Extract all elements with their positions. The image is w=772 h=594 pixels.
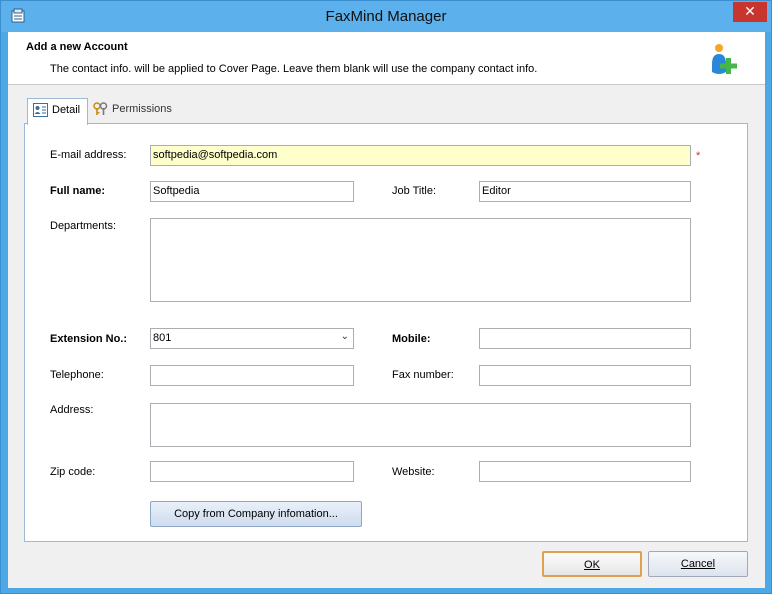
extension-label: Extension No.: bbox=[50, 333, 128, 345]
tab-detail-label: Detail bbox=[52, 104, 81, 116]
title-bar[interactable]: FaxMind Manager ✕ bbox=[1, 1, 771, 32]
full-name-field[interactable]: Softpedia bbox=[150, 181, 354, 202]
mobile-label: Mobile: bbox=[392, 333, 431, 345]
address-label: Address: bbox=[50, 404, 94, 416]
chevron-down-icon[interactable]: ⌄ bbox=[341, 331, 349, 342]
ok-button[interactable]: OK bbox=[542, 551, 642, 577]
fax-number-label: Fax number: bbox=[392, 369, 454, 381]
website-label: Website: bbox=[392, 466, 435, 478]
header-title: Add a new Account bbox=[26, 41, 128, 53]
website-field[interactable] bbox=[479, 461, 691, 482]
dialog-window: FaxMind Manager ✕ Add a new Account The … bbox=[0, 0, 772, 594]
add-user-icon bbox=[712, 44, 737, 74]
tab-permissions-label: Permissions bbox=[112, 103, 172, 115]
mobile-field[interactable] bbox=[479, 328, 691, 349]
close-button[interactable]: ✕ bbox=[733, 2, 767, 22]
cancel-button-label: Cancel bbox=[680, 558, 716, 570]
tab-detail[interactable]: Detail bbox=[27, 98, 88, 125]
header-description: The contact info. will be applied to Cov… bbox=[50, 63, 538, 75]
fax-number-field[interactable] bbox=[479, 365, 691, 386]
job-title-field[interactable]: Editor bbox=[479, 181, 691, 202]
email-label: E-mail address: bbox=[50, 149, 127, 161]
permission-keys-icon bbox=[93, 102, 108, 115]
detail-panel: E-mail address: softpedia@softpedia.com … bbox=[24, 123, 748, 542]
extension-select[interactable]: 801 ⌄ bbox=[150, 328, 354, 349]
extension-select-value: 801 bbox=[153, 332, 172, 344]
departments-label: Departments: bbox=[50, 220, 117, 232]
dialog-header: Add a new Account The contact info. will… bbox=[8, 32, 765, 85]
close-icon[interactable]: ✕ bbox=[744, 4, 756, 20]
cancel-button[interactable]: Cancel bbox=[648, 551, 748, 577]
address-field[interactable] bbox=[150, 403, 691, 447]
zip-code-label: Zip code: bbox=[50, 466, 96, 478]
telephone-field[interactable] bbox=[150, 365, 354, 386]
ok-button-label: OK bbox=[584, 559, 600, 571]
dialog-client-area: Add a new Account The contact info. will… bbox=[8, 32, 765, 588]
window-title: FaxMind Manager bbox=[325, 8, 447, 25]
telephone-label: Telephone: bbox=[50, 369, 104, 381]
job-title-label: Job Title: bbox=[392, 185, 437, 197]
full-name-label: Full name: bbox=[50, 185, 106, 197]
contact-card-icon bbox=[33, 103, 48, 117]
zip-code-field[interactable] bbox=[150, 461, 354, 482]
required-marker: * bbox=[696, 150, 701, 162]
tab-permissions[interactable]: Permissions bbox=[88, 98, 174, 123]
copy-company-info-button[interactable]: Copy from Company infomation... bbox=[150, 501, 362, 527]
email-field[interactable]: softpedia@softpedia.com bbox=[150, 145, 691, 166]
departments-field[interactable] bbox=[150, 218, 691, 302]
